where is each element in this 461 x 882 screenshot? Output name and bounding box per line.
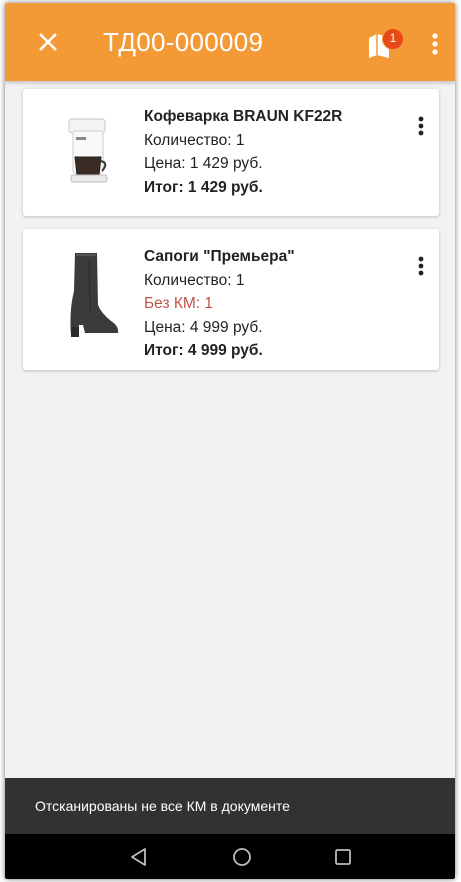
item-info: Сапоги "Премьера" Количество: 1 Без КМ: … [144, 245, 295, 363]
home-circle-icon[interactable] [229, 844, 255, 870]
phone-screen: ТД00-000009 1 Кофеварка BRAUN KF22R Коли… [5, 3, 455, 879]
notification-badge: 1 [382, 28, 404, 50]
item-total: Итог: 4 999 руб. [144, 342, 263, 359]
snackbar-message: Отсканированы не все КМ в документе [35, 798, 290, 814]
boot-image [45, 251, 135, 341]
item-total: Итог: 1 429 руб. [144, 178, 263, 196]
recents-square-icon[interactable] [330, 844, 356, 870]
list-item[interactable]: Сапоги "Премьера" Количество: 1 Без КМ: … [23, 229, 439, 370]
item-price: Цена: 4 999 руб. [144, 318, 263, 336]
snackbar: Отсканированы не все КМ в документе [5, 778, 455, 834]
system-nav-bar [5, 834, 455, 879]
item-quantity: Количество: 1 [144, 271, 245, 289]
list-item[interactable]: Кофеварка BRAUN KF22R Количество: 1 Цена… [23, 89, 439, 216]
item-km-warning: Без КМ: 1 [144, 295, 214, 312]
close-icon[interactable] [33, 27, 63, 57]
item-quantity: Количество: 1 [144, 131, 245, 149]
app-bar: ТД00-000009 1 [5, 3, 455, 81]
item-menu-icon[interactable] [403, 109, 439, 145]
item-name: Сапоги "Премьера" [144, 248, 295, 265]
item-menu-icon[interactable] [403, 249, 439, 285]
more-vertical-icon[interactable] [425, 31, 445, 57]
item-info: Кофеварка BRAUN KF22R Количество: 1 Цена… [144, 105, 342, 199]
item-price: Цена: 1 429 руб. [144, 155, 263, 172]
back-triangle-icon[interactable] [126, 844, 152, 870]
item-name: Кофеварка BRAUN KF22R [144, 108, 343, 125]
coffee-maker-image [45, 107, 135, 197]
document-title: ТД00-000009 [103, 27, 264, 57]
